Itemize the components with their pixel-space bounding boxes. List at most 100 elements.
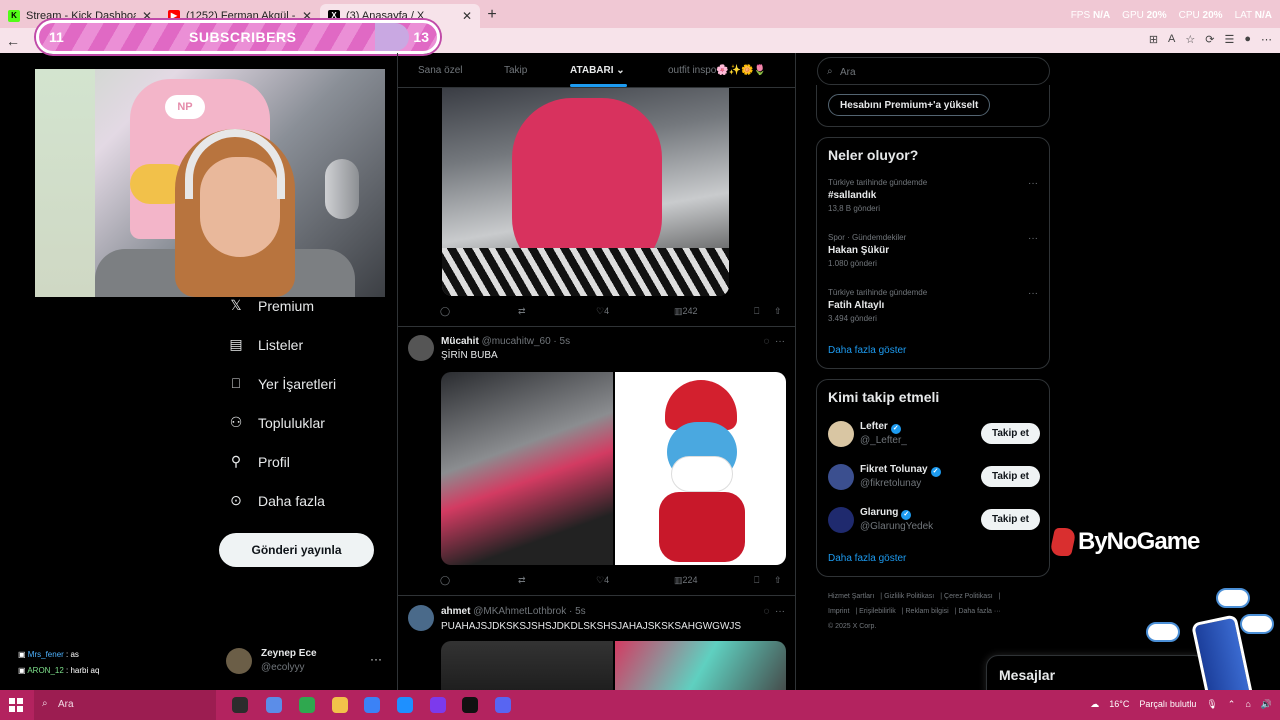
follow-suggestion[interactable]: Lefter ✓ @_Lefter_ Takip et [828,419,1040,449]
goal-label: SUBSCRIBERS [189,29,297,45]
grok-icon[interactable]: ◌ [763,606,769,617]
chrome-icon[interactable] [299,697,315,713]
tab-outfit-inspo[interactable]: outfit inspo🌸✨🌼🌷 [668,65,766,76]
obs-icon[interactable] [462,697,478,713]
chat-badge-icon: ▣ [18,650,26,659]
footer-link[interactable]: Daha fazla ··· [958,608,1000,615]
like-button[interactable]: ♡ 4 [596,575,609,586]
views-stat[interactable]: ▥ 224 [674,575,698,586]
tweet[interactable]: ahmet @MKAhmetLothbrok · 5s ◌ ··· PUAHAJ… [398,595,795,690]
account-handle: @ecolyyy [261,662,305,673]
follow-suggestion[interactable]: Fikret Tolunay ✓ @fikretolunay Takip et [828,462,1040,492]
chevron-up-icon[interactable]: ⌃ [1228,699,1236,710]
post-media-image[interactable] [442,88,729,296]
tab-atabari[interactable]: ATABARI ⌄ [570,65,625,76]
tweet-media-photo[interactable] [441,641,613,690]
nav-item-profile[interactable]: ⚲ Profil [218,442,388,481]
footer-link[interactable]: Reklam bilgisi [906,608,949,615]
footer-link[interactable]: Imprint [828,608,849,615]
reply-icon[interactable]: ◯ [440,306,450,317]
more-dots-icon[interactable]: ··· [1028,288,1038,299]
repost-icon[interactable]: ⇄ [518,306,526,317]
suggestion-handle: @_Lefter_ [860,435,907,446]
trend-item[interactable]: Spor · Gündemdekiler Hakan Şükür 1.080 g… [828,233,1038,268]
chat-user: Mrs_fener [27,650,64,659]
more-dots-icon[interactable]: ··· [1028,233,1038,244]
app-icon[interactable] [430,697,446,713]
more-dots-icon[interactable]: ··· [1028,178,1038,189]
taskbar-search[interactable]: ⌕ Ara [34,690,216,720]
more-dots-icon[interactable]: ··· [775,336,785,347]
collections-icon[interactable]: ☰ [1224,33,1234,46]
show-more-link[interactable]: Daha fazla göster [828,345,906,356]
show-more-link[interactable]: Daha fazla göster [828,553,906,564]
back-arrow-icon[interactable]: ← [0,33,26,49]
footer-link[interactable]: Erişilebilirlik [859,608,896,615]
trend-category: Spor · Gündemdekiler [828,233,907,242]
reply-icon[interactable]: ◯ [440,575,450,586]
account-switcher[interactable]: Zeynep Ece @ecolyyy ··· [226,646,386,676]
network-icon[interactable]: ⌂ [1245,699,1250,710]
close-tab-icon[interactable]: ✕ [462,9,472,23]
nav-item-communities[interactable]: ⚇ Topluluklar [218,403,388,442]
extensions-icon[interactable]: ⊞ [1149,33,1158,46]
follow-suggestion[interactable]: Glarung ✓ @GlarungYedek Takip et [828,505,1040,535]
tweet-media-photo[interactable] [614,641,786,690]
trend-item[interactable]: Türkiye tarihinde gündemde #sallandık 13… [828,178,1038,213]
trend-category: Türkiye tarihinde gündemde [828,178,928,187]
copilot-icon[interactable] [266,697,282,713]
share-icon[interactable]: ⇧ [774,306,782,317]
tab-for-you[interactable]: Sana özel [418,65,462,76]
upgrade-premium-button[interactable]: Hesabını Premium+'a yükselt [828,94,991,116]
gpu-stat: GPU 20% [1122,10,1167,21]
footer-link[interactable]: Hizmet Şartları [828,593,874,600]
post-button[interactable]: Gönderi yayınla [219,533,374,567]
new-tab-button[interactable]: + [480,4,504,28]
messages-drawer[interactable]: Mesajlar [986,655,1206,695]
volume-icon[interactable]: 🔊 [1261,699,1272,710]
follow-button[interactable]: Takip et [981,423,1040,444]
nav-item-more[interactable]: ⊙ Daha fazla [218,481,388,520]
chat-message: ▣ ARON_12 : harbi aq [18,666,100,675]
goal-bar-remaining [375,23,409,51]
more-dots-icon[interactable]: ··· [775,606,785,617]
nav-item-lists[interactable]: ▤ Listeler [218,325,388,364]
edge-icon[interactable] [397,697,413,713]
menu-dots-icon[interactable]: ⋯ [1261,33,1272,46]
repost-icon[interactable]: ⇄ [518,575,526,586]
footer-link[interactable]: Çerez Politikası [944,593,993,600]
bynogame-logo-icon [1049,528,1077,556]
store-icon[interactable] [364,697,380,713]
tweet-media-papa-smurf[interactable] [614,372,786,565]
weather-desc[interactable]: Parçalı bulutlu [1139,699,1196,710]
profile-avatar-icon[interactable]: ● [1244,33,1251,46]
share-icon[interactable]: ⇧ [774,575,782,586]
trend-item[interactable]: Türkiye tarihinde gündemde Fatih Altaylı… [828,288,1038,323]
tweet-author[interactable]: ahmet @MKAhmetLothbrok · 5s [441,606,586,617]
favorite-star-icon[interactable]: ☆ [1185,33,1195,46]
search-input[interactable]: ⌕ Ara [817,57,1050,85]
views-stat[interactable]: ▥ 242 [674,306,698,317]
windows-start-icon[interactable] [0,690,32,720]
like-button[interactable]: ♡ 4 [596,306,609,317]
refresh-icon[interactable]: ⟳ [1205,33,1214,46]
weather-temp[interactable]: 16°C [1109,699,1129,710]
follow-button[interactable]: Takip et [981,466,1040,487]
tweet-author[interactable]: Mücahit @mucahitw_60 · 5s [441,336,570,347]
who-to-follow-title: Kimi takip etmeli [828,389,940,405]
tab-following[interactable]: Takip [504,65,527,76]
microphone-icon[interactable]: 🎙 [1206,699,1217,710]
bookmark-icon[interactable]: ⎕ [754,306,759,317]
tweet-media-photo[interactable] [441,372,613,565]
tweet[interactable]: Mücahit @mucahitw_60 · 5s ◌ ··· ŞİRİN BU… [398,326,795,596]
file-explorer-icon[interactable] [332,697,348,713]
nav-item-bookmarks[interactable]: ⎕ Yer İşaretleri [218,364,388,403]
read-aloud-icon[interactable]: A [1168,33,1175,46]
bookmark-icon[interactable]: ⎕ [754,575,759,586]
grok-icon[interactable]: ◌ [763,336,769,347]
task-view-icon[interactable] [232,697,248,713]
footer-link[interactable]: Gizlilik Politikası [884,593,934,600]
follow-button[interactable]: Takip et [981,509,1040,530]
more-dots-icon[interactable]: ··· [370,652,382,666]
discord-icon[interactable] [495,697,511,713]
